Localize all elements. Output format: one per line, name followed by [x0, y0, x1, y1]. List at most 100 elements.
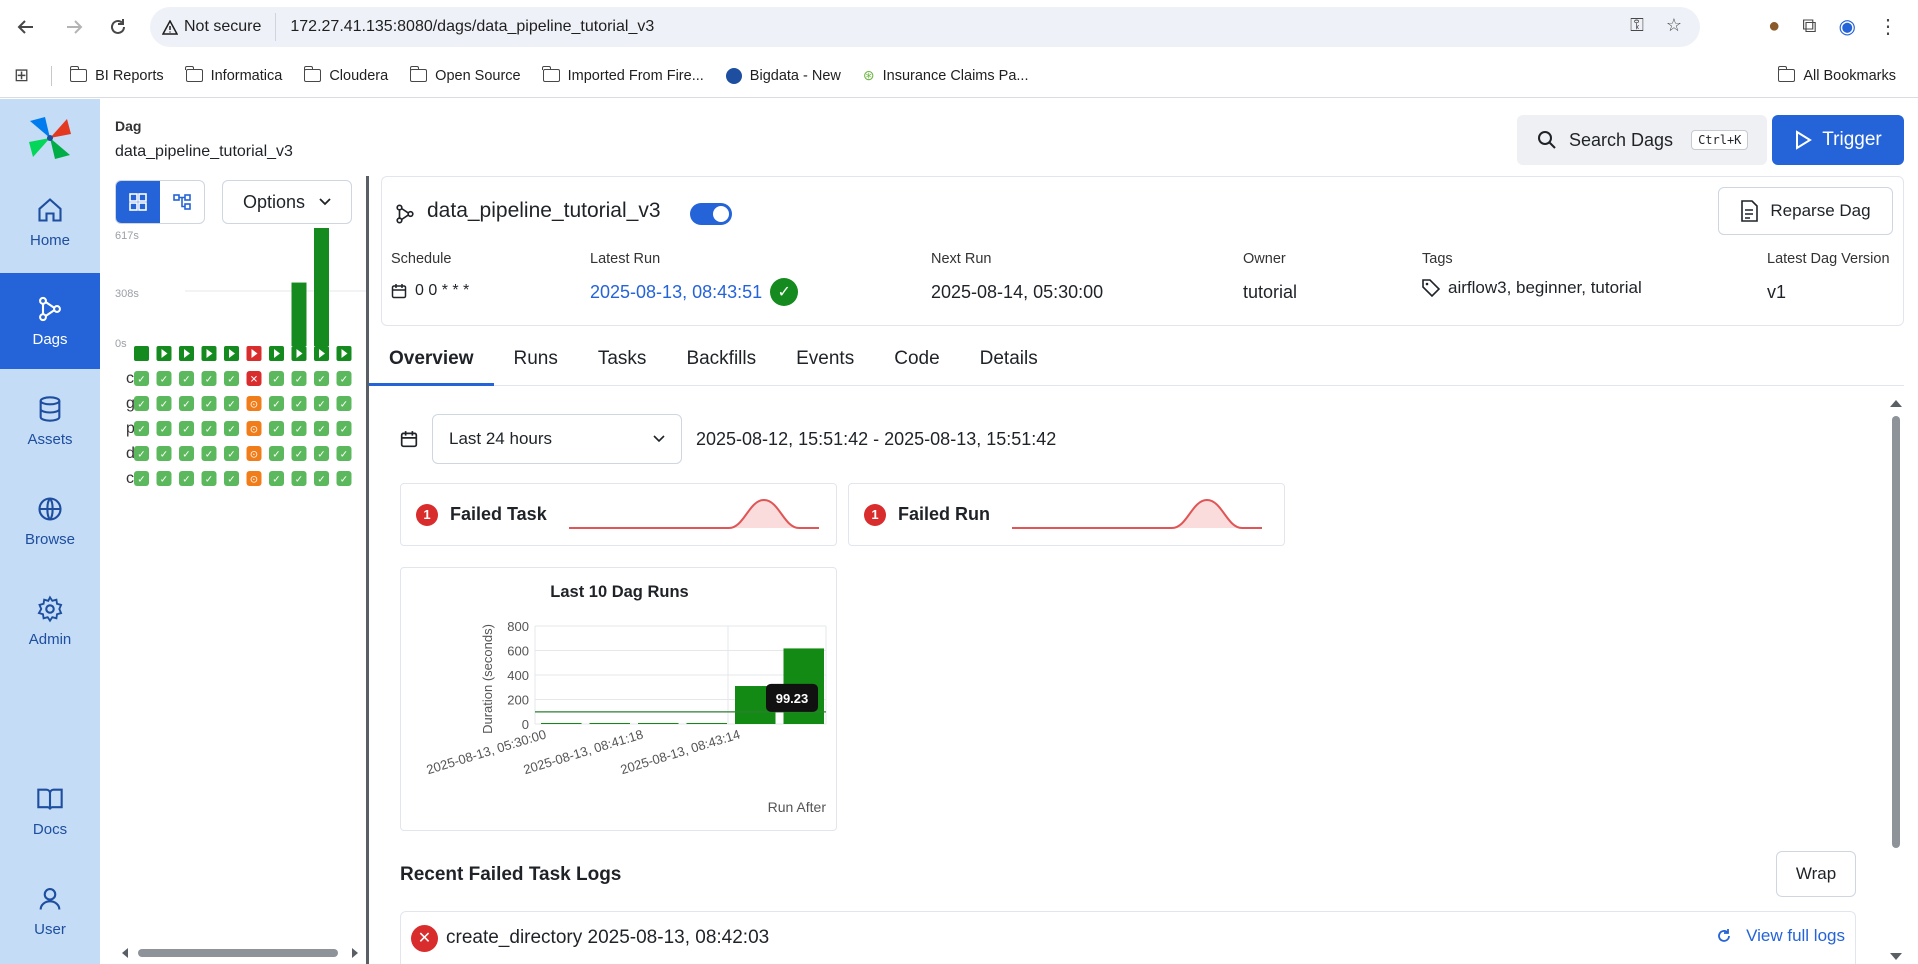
scroll-right-icon[interactable]	[352, 948, 358, 958]
owner-value[interactable]: tutorial	[1243, 282, 1297, 303]
home-icon	[38, 197, 62, 222]
back-arrow-icon	[17, 20, 33, 34]
log-entry-text: create_directory 2025-08-13, 08:42:03	[446, 927, 770, 948]
scroll-left-icon[interactable]	[122, 948, 128, 958]
chevron-down-icon	[319, 198, 331, 206]
bookmark-insurance[interactable]: ⊛ Insurance Claims Pa...	[863, 67, 1029, 84]
tab-backfills[interactable]: Backfills	[666, 340, 776, 385]
task-state-icon: ✓	[227, 400, 235, 411]
nav-docs[interactable]: Docs	[0, 763, 100, 859]
time-range-value: Last 24 hours	[449, 429, 553, 448]
dag-pause-toggle[interactable]	[690, 203, 732, 225]
task-state-icon: ✓	[272, 400, 280, 411]
calendar-icon	[400, 431, 418, 448]
task-state-icon: ✓	[182, 425, 190, 436]
reparse-label: Reparse Dag	[1770, 201, 1871, 220]
airflow-logo-icon[interactable]	[25, 113, 75, 163]
failed-task-count: 1	[416, 503, 438, 526]
scroll-down-icon[interactable]	[1890, 953, 1902, 960]
play-icon	[1796, 130, 1813, 150]
dags-icon	[39, 296, 61, 321]
nav-label: Assets	[27, 430, 73, 448]
profile-icon[interactable]: ◉	[1839, 14, 1856, 39]
bookmarks-divider	[51, 65, 53, 86]
grid-duration-bar	[314, 228, 329, 346]
task-state-icon: ✓	[227, 425, 235, 436]
extensions-puzzle-icon[interactable]: ⧉	[1802, 15, 1816, 38]
nav-assets[interactable]: Assets	[0, 373, 100, 469]
apps-grid-icon[interactable]: ⊞	[14, 65, 29, 86]
bookmark-bigdata[interactable]: Bigdata - New	[725, 67, 841, 84]
tab-details[interactable]: Details	[960, 340, 1058, 385]
task-state-icon: ✓	[227, 475, 235, 486]
tab-code[interactable]: Code	[874, 340, 959, 385]
scroll-thumb[interactable]	[138, 949, 338, 957]
schedule-cron: 0 0 * * *	[415, 282, 470, 299]
cookie-extension-icon[interactable]: ●	[1768, 15, 1780, 38]
latest-run-label: Latest Run	[590, 251, 661, 267]
bookmark-open-source[interactable]: Open Source	[409, 66, 521, 84]
failed-task-card[interactable]: 1 Failed Task	[400, 483, 837, 546]
address-bar[interactable]: Not secure 172.27.41.135:8080/dags/data_…	[150, 7, 1700, 47]
chart-x-axis-label: Run After	[768, 799, 827, 815]
bookmark-star-icon[interactable]: ☆	[1666, 15, 1682, 36]
bookmark-label: Cloudera	[329, 67, 389, 84]
task-state-icon: ✓	[160, 425, 168, 436]
back-button[interactable]	[10, 11, 42, 43]
trigger-button[interactable]: Trigger	[1772, 115, 1904, 165]
latest-run-link[interactable]: 2025-08-13, 08:43:51	[590, 282, 762, 303]
chart-y-tick: 800	[507, 619, 529, 634]
reparse-dag-button[interactable]: Reparse Dag	[1718, 187, 1893, 235]
scroll-thumb[interactable]	[1892, 416, 1900, 848]
bookmark-bi-reports[interactable]: BI Reports	[69, 66, 164, 84]
dag-summary-card: data_pipeline_tutorial_v3 Reparse Dag Sc…	[381, 176, 1904, 326]
task-state-icon: ✓	[340, 400, 348, 411]
tab-overview[interactable]: Overview	[369, 340, 494, 386]
task-state-icon: ✓	[182, 475, 190, 486]
panel-resize-handle[interactable]	[366, 176, 369, 964]
graph-view-button[interactable]	[160, 181, 204, 223]
dag-title: data_pipeline_tutorial_v3	[427, 199, 661, 222]
options-dropdown[interactable]: Options	[222, 180, 352, 224]
tab-tasks[interactable]: Tasks	[578, 340, 667, 385]
content-vertical-scrollbar[interactable]	[1888, 396, 1904, 964]
task-state-icon: ✓	[295, 425, 303, 436]
wrap-button[interactable]: Wrap	[1776, 851, 1856, 897]
nav-dags[interactable]: Dags	[0, 273, 100, 369]
url-text[interactable]: 172.27.41.135:8080/dags/data_pipeline_tu…	[276, 18, 654, 36]
chart-title: Last 10 Dag Runs	[550, 583, 689, 601]
nav-user[interactable]: User	[0, 863, 100, 959]
tab-events[interactable]: Events	[776, 340, 874, 385]
nav-home[interactable]: Home	[0, 174, 100, 270]
nav-admin[interactable]: Admin	[0, 573, 100, 669]
folder-icon	[1777, 66, 1796, 82]
password-key-icon[interactable]: ⚿	[1630, 15, 1644, 36]
task-state-icon: ✓	[205, 375, 213, 386]
time-range-select[interactable]: Last 24 hours	[432, 414, 682, 464]
browser-menu-icon[interactable]: ⋮	[1878, 14, 1898, 39]
failed-run-card[interactable]: 1 Failed Run	[848, 483, 1285, 546]
grid-horizontal-scrollbar[interactable]	[120, 946, 360, 960]
failed-log-entry[interactable]: ✕ create_directory 2025-08-13, 08:42:03 …	[400, 911, 1856, 964]
all-bookmarks[interactable]: All Bookmarks	[1777, 66, 1896, 84]
scroll-up-icon[interactable]	[1890, 400, 1902, 407]
security-chip[interactable]: Not secure	[150, 13, 277, 41]
forward-button[interactable]	[58, 11, 90, 43]
task-state-icon: ✓	[137, 400, 145, 411]
view-full-logs-link[interactable]: View full logs	[1716, 926, 1845, 946]
grid-view-button[interactable]	[116, 181, 160, 223]
search-dags-button[interactable]: Search Dags Ctrl+K	[1517, 115, 1767, 165]
bookmark-informatica[interactable]: Informatica	[184, 66, 282, 84]
version-label: Latest Dag Version	[1767, 251, 1890, 267]
trigger-label: Trigger	[1822, 129, 1882, 150]
time-range-text: 2025-08-12, 15:51:42 - 2025-08-13, 15:51…	[696, 428, 1057, 449]
failed-run-count: 1	[864, 503, 886, 526]
reload-button[interactable]	[102, 11, 134, 43]
bookmark-imported[interactable]: Imported From Fire...	[542, 66, 704, 84]
bookmark-cloudera[interactable]: Cloudera	[303, 66, 389, 84]
tab-runs[interactable]: Runs	[494, 340, 578, 385]
task-state-icon: ✓	[137, 475, 145, 486]
gear-icon	[37, 594, 63, 622]
task-state-icon: ✓	[295, 475, 303, 486]
nav-browse[interactable]: Browse	[0, 473, 100, 569]
